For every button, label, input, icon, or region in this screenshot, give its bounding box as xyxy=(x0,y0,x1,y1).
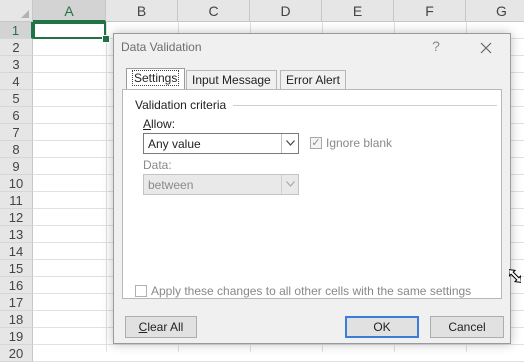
row-header[interactable]: 9 xyxy=(0,158,33,175)
row-header[interactable]: 13 xyxy=(0,226,33,243)
apply-to-all-label: Apply these changes to all other cells w… xyxy=(151,284,472,298)
settings-panel: Validation criteria Allow: Any value ✓ I… xyxy=(122,89,502,299)
clear-all-label: Clear All xyxy=(138,320,184,334)
allow-label: Allow: xyxy=(143,117,176,131)
clear-all-button[interactable]: Clear All xyxy=(125,316,197,338)
row-header[interactable]: 15 xyxy=(0,260,33,277)
tab-settings-label: Settings xyxy=(132,70,180,86)
row-header[interactable]: 6 xyxy=(0,107,33,124)
column-header-f[interactable]: F xyxy=(394,0,466,22)
dialog-title: Data Validation xyxy=(121,40,202,54)
cancel-label: Cancel xyxy=(448,320,486,334)
close-button[interactable] xyxy=(474,37,498,59)
close-icon xyxy=(480,42,492,54)
row-header[interactable]: 4 xyxy=(0,73,33,90)
row-header[interactable]: 8 xyxy=(0,141,33,158)
data-select-value: between xyxy=(148,178,194,192)
data-label: Data: xyxy=(143,158,172,172)
column-header-b[interactable]: B xyxy=(106,0,178,22)
selected-cell-a1[interactable] xyxy=(33,22,106,39)
row-header[interactable]: 12 xyxy=(0,209,33,226)
row-header[interactable]: 16 xyxy=(0,277,33,294)
apply-to-all-checkbox[interactable] xyxy=(135,285,147,297)
fill-handle[interactable] xyxy=(102,35,110,43)
column-header-c[interactable]: C xyxy=(178,0,250,22)
select-all-corner[interactable] xyxy=(0,0,33,22)
data-select[interactable]: between xyxy=(143,174,299,195)
row-header[interactable]: 7 xyxy=(0,124,33,141)
data-validation-dialog: Data Validation ? Settings Input Message… xyxy=(113,33,511,344)
chevron-down-icon xyxy=(285,140,295,146)
validation-criteria-label: Validation criteria xyxy=(135,98,227,112)
row-header[interactable]: 17 xyxy=(0,294,33,311)
tab-settings[interactable]: Settings xyxy=(126,68,186,90)
gridline xyxy=(33,344,524,345)
ignore-blank-checkbox[interactable]: ✓ xyxy=(310,137,322,149)
row-header[interactable]: 2 xyxy=(0,39,33,56)
row-header[interactable]: 18 xyxy=(0,311,33,328)
cancel-button[interactable]: Cancel xyxy=(430,316,504,338)
row-header[interactable]: 19 xyxy=(0,328,33,345)
allow-select[interactable]: Any value xyxy=(143,133,299,154)
column-header-g[interactable]: G xyxy=(466,0,524,22)
allow-dropdown-button[interactable] xyxy=(281,134,298,153)
row-header[interactable]: 5 xyxy=(0,90,33,107)
ignore-blank-label: Ignore blank xyxy=(326,136,393,150)
tab-error-alert[interactable]: Error Alert xyxy=(280,70,347,89)
row-header[interactable]: 11 xyxy=(0,192,33,209)
row-header[interactable]: 1 xyxy=(0,22,33,39)
help-button[interactable]: ? xyxy=(426,36,446,56)
group-divider xyxy=(233,105,497,106)
chevron-down-icon xyxy=(285,181,295,187)
data-dropdown-button[interactable] xyxy=(281,175,298,194)
column-header-d[interactable]: D xyxy=(250,0,322,22)
allow-select-value: Any value xyxy=(148,137,201,151)
tab-input-message-label: Input Message xyxy=(192,73,271,87)
column-header-e[interactable]: E xyxy=(322,0,394,22)
tab-input-message[interactable]: Input Message xyxy=(186,70,277,89)
row-header[interactable]: 20 xyxy=(0,345,33,362)
tab-error-alert-label: Error Alert xyxy=(286,73,341,87)
resize-cursor-icon xyxy=(509,269,521,283)
ok-button[interactable]: OK xyxy=(345,316,419,338)
column-header-a[interactable]: A xyxy=(33,0,106,22)
row-header[interactable]: 3 xyxy=(0,56,33,73)
row-header[interactable]: 10 xyxy=(0,175,33,192)
row-header[interactable]: 14 xyxy=(0,243,33,260)
ok-label: OK xyxy=(373,320,391,334)
